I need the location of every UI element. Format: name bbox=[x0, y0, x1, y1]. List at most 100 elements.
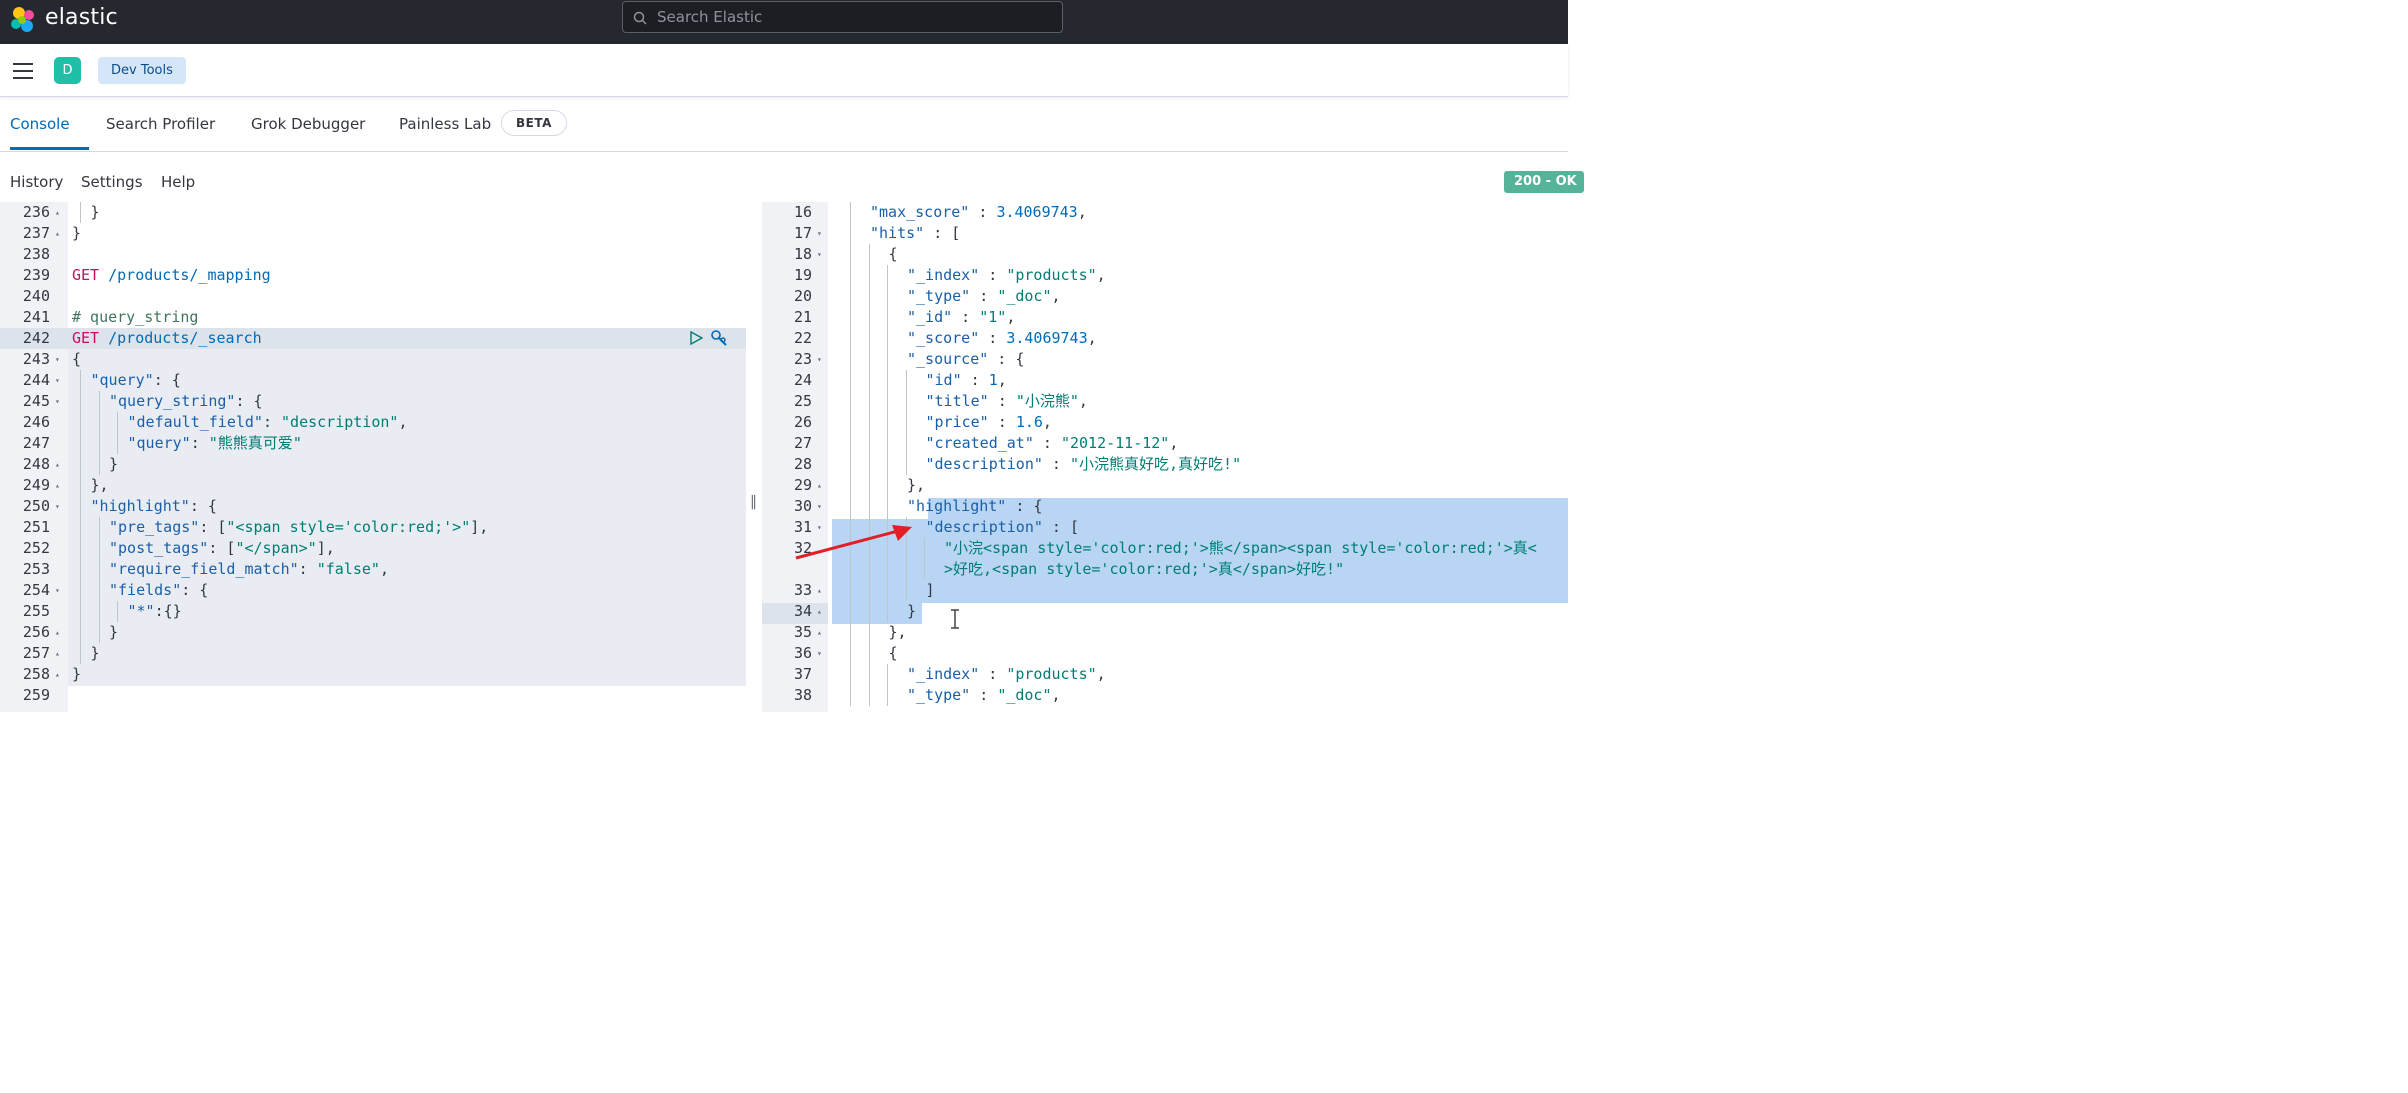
line-number: 18 bbox=[793, 245, 812, 263]
fold-close-icon[interactable]: ▴ bbox=[55, 454, 60, 475]
indent-guide bbox=[850, 664, 851, 685]
code-text: GET /products/_search bbox=[72, 328, 262, 349]
line-number: 258 bbox=[22, 665, 50, 683]
code-token: , bbox=[1042, 413, 1052, 431]
code-token: "<span style='color:red;'>" bbox=[226, 518, 471, 536]
fold-open-icon[interactable]: ▾ bbox=[55, 496, 60, 517]
search-icon bbox=[633, 11, 647, 25]
request-line: 238 bbox=[0, 244, 746, 265]
fold-open-icon[interactable]: ▾ bbox=[817, 349, 822, 370]
request-line: 247 "query": "熊熊真可爱" bbox=[0, 433, 746, 454]
request-line: 248 ▴} bbox=[0, 454, 746, 475]
code-token: }, bbox=[90, 476, 109, 494]
request-editor[interactable]: 236 ▴} 237 ▴} 238 239 GET /products/_mapping 24… bbox=[0, 202, 746, 712]
fold-close-icon[interactable]: ▴ bbox=[817, 475, 822, 496]
dev-tools-tabs: Console Search Profiler Grok Debugger Pa… bbox=[0, 97, 1568, 152]
indent-guide bbox=[80, 202, 81, 223]
code-text: }, bbox=[889, 622, 907, 643]
indent-guide bbox=[868, 664, 870, 685]
code-token: "_doc" bbox=[997, 686, 1052, 704]
code-token: "description" bbox=[281, 413, 399, 431]
fold-close-icon[interactable]: ▴ bbox=[55, 643, 60, 664]
code-text: "post_tags": ["</span>"], bbox=[109, 538, 335, 559]
code-text: "description" : "小浣熊真好吃,真好吃!" bbox=[926, 454, 1242, 475]
breadcrumb-dev-tools[interactable]: Dev Tools bbox=[98, 57, 186, 84]
menu-icon[interactable] bbox=[13, 63, 33, 79]
fold-close-icon[interactable]: ▴ bbox=[817, 580, 822, 601]
fold-open-icon[interactable]: ▾ bbox=[817, 223, 822, 244]
fold-open-icon[interactable]: ▾ bbox=[817, 244, 822, 265]
code-token: "_source" bbox=[907, 350, 989, 368]
fold-open-icon[interactable]: ▾ bbox=[817, 643, 822, 664]
fold-open-icon[interactable]: ▾ bbox=[817, 496, 822, 517]
code-text: "highlight" : { bbox=[907, 496, 1042, 517]
code-token: , bbox=[1051, 686, 1061, 704]
line-number: 16 bbox=[793, 203, 812, 221]
indent-guide bbox=[850, 328, 851, 349]
fold-open-icon[interactable]: ▾ bbox=[55, 580, 60, 601]
fold-close-icon[interactable]: ▴ bbox=[817, 601, 822, 622]
code-token: GET bbox=[72, 329, 100, 347]
indent-guide bbox=[80, 391, 81, 412]
run-request-icon[interactable] bbox=[689, 331, 703, 345]
request-line: 241 # query_string bbox=[0, 307, 746, 328]
annotation-arrow-icon bbox=[795, 525, 912, 560]
code-token: "_score" bbox=[907, 329, 980, 347]
tab-grok-debugger[interactable]: Grok Debugger bbox=[251, 97, 365, 149]
fold-close-icon[interactable]: ▴ bbox=[55, 664, 60, 685]
code-text: "pre_tags": ["<span style='color:red;'>"… bbox=[109, 517, 488, 538]
wrench-icon[interactable] bbox=[710, 329, 728, 347]
indent-guide bbox=[850, 412, 851, 433]
request-line: 250 ▾ "highlight": { bbox=[0, 496, 746, 517]
line-number: 252 bbox=[22, 539, 50, 557]
tab-painless-lab[interactable]: Painless Lab bbox=[399, 97, 491, 149]
code-token: : bbox=[190, 434, 209, 452]
fold-open-icon[interactable]: ▾ bbox=[55, 349, 60, 370]
request-line: 256 ▴} bbox=[0, 622, 746, 643]
code-token: "2012-11-12" bbox=[1060, 434, 1170, 452]
request-line: 236 ▴} bbox=[0, 202, 746, 223]
code-token: "id" bbox=[925, 371, 962, 389]
indent-guide bbox=[887, 412, 888, 433]
request-line: 255 "*":{} bbox=[0, 601, 746, 622]
request-line: 254 ▾ "fields": { bbox=[0, 580, 746, 601]
search-input[interactable]: Search Elastic bbox=[622, 1, 1063, 33]
line-number: 250 bbox=[22, 497, 50, 515]
elastic-logo-icon[interactable] bbox=[8, 5, 38, 35]
code-token: : [ bbox=[924, 224, 961, 242]
code-token: "_type" bbox=[907, 287, 971, 305]
settings-link[interactable]: Settings bbox=[81, 168, 143, 196]
fold-open-icon[interactable]: ▾ bbox=[55, 391, 60, 412]
request-line: 244 ▾ "query": { bbox=[0, 370, 746, 391]
fold-open-icon[interactable]: ▾ bbox=[55, 370, 60, 391]
fold-close-icon[interactable]: ▴ bbox=[55, 223, 60, 244]
response-line: 29 ▴}, bbox=[762, 475, 1568, 496]
code-token: "</span>" bbox=[235, 539, 317, 557]
indent-guide bbox=[887, 370, 888, 391]
tab-search-profiler[interactable]: Search Profiler bbox=[106, 97, 215, 149]
fold-close-icon[interactable]: ▴ bbox=[55, 622, 60, 643]
space-avatar[interactable]: D bbox=[54, 57, 81, 84]
tab-console[interactable]: Console bbox=[10, 97, 89, 150]
pane-resizer-icon[interactable]: ‖ bbox=[750, 494, 757, 510]
code-text: }, bbox=[907, 475, 925, 496]
indent-guide bbox=[887, 391, 888, 412]
indent-guide bbox=[850, 244, 851, 265]
code-token: "熊熊真可爱" bbox=[208, 434, 302, 452]
indent-guide bbox=[905, 370, 907, 391]
history-link[interactable]: History bbox=[10, 168, 63, 196]
indent-guide bbox=[850, 622, 851, 643]
fold-close-icon[interactable]: ▴ bbox=[55, 475, 60, 496]
help-link[interactable]: Help bbox=[161, 168, 195, 196]
indent-guide bbox=[80, 601, 81, 622]
code-token: : { bbox=[189, 497, 217, 515]
code-token: }, bbox=[907, 476, 926, 494]
fold-close-icon[interactable]: ▴ bbox=[55, 202, 60, 223]
response-output[interactable]: 16 "max_score" : 3.4069743, 17 ▾ "hits" : [1… bbox=[762, 202, 1568, 712]
request-line: 240 bbox=[0, 286, 746, 307]
code-token: } bbox=[72, 224, 82, 242]
code-token: : bbox=[961, 371, 989, 389]
code-token: "_id" bbox=[907, 308, 953, 326]
indent-guide bbox=[80, 559, 81, 580]
fold-close-icon[interactable]: ▴ bbox=[817, 622, 822, 643]
